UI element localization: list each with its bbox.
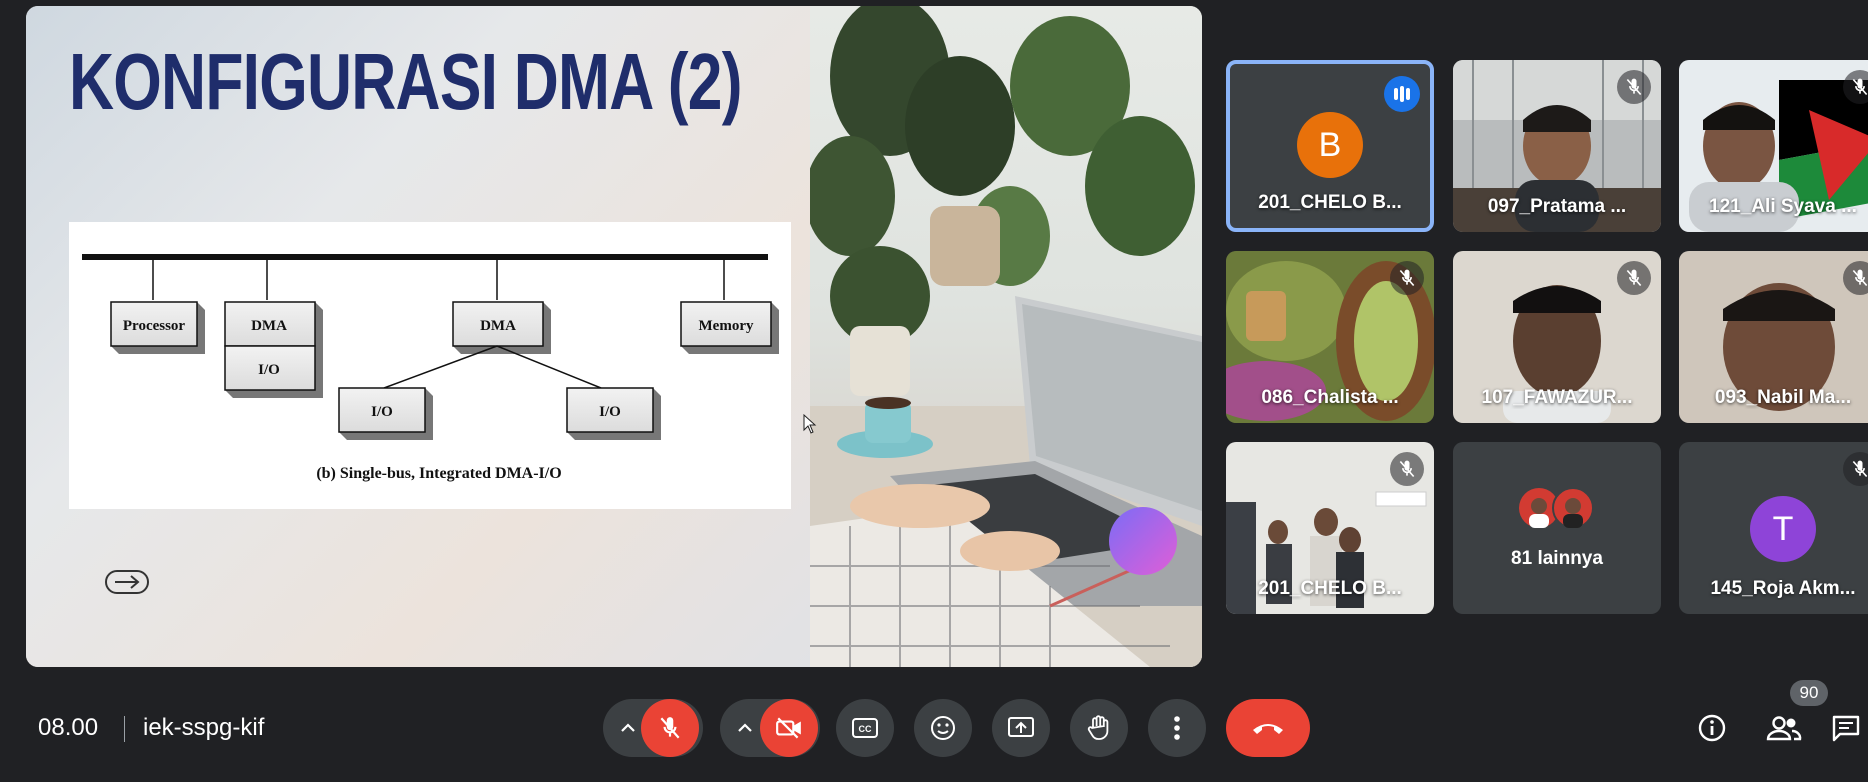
participant-tile[interactable]: 107_FAWAZUR... <box>1453 251 1661 423</box>
camera-off-icon <box>776 717 801 739</box>
processor-box: Processor <box>110 301 205 354</box>
io-label-left: I/O <box>371 404 393 420</box>
slide: KONFIGURASI DMA (2) Processor DMA I/O DM… <box>26 6 810 667</box>
participant-tile[interactable]: 086_Chalista ... <box>1226 251 1434 423</box>
presentation-stage[interactable]: KONFIGURASI DMA (2) Processor DMA I/O DM… <box>26 6 1202 667</box>
participant-tile[interactable]: 121_Ali Syava ... <box>1679 60 1868 232</box>
svg-text:CC: CC <box>859 724 872 734</box>
meet-window: KONFIGURASI DMA (2) Processor DMA I/O DM… <box>0 0 1868 782</box>
io-box-right: I/O <box>566 387 661 440</box>
chevron-up-icon[interactable] <box>617 717 639 739</box>
processor-label: Processor <box>123 318 186 334</box>
dma-label-1: DMA <box>251 318 287 334</box>
present-button[interactable] <box>992 699 1050 757</box>
mic-off-icon <box>660 717 680 739</box>
raise-hand-icon <box>1087 715 1109 740</box>
next-arrow-icon[interactable] <box>104 568 150 596</box>
mouse-cursor-icon <box>803 414 817 434</box>
participant-name: 145_Roja Akm... <box>1710 578 1856 599</box>
participant-name: 201_CHELO B... <box>1258 192 1402 213</box>
speaking-indicator-icon <box>1384 76 1420 112</box>
closed-captions-icon: CC <box>852 718 878 738</box>
leave-call-button[interactable] <box>1226 699 1310 757</box>
mic-off-icon <box>1390 261 1424 295</box>
dma-io-box: DMA I/O <box>224 301 323 398</box>
participant-tile[interactable]: 201_CHELO B... <box>1226 442 1434 614</box>
participant-name: 107_FAWAZUR... <box>1481 387 1633 408</box>
camera-toggle-button[interactable] <box>760 699 818 757</box>
participant-tile[interactable]: T 145_Roja Akm... <box>1679 442 1868 614</box>
participant-count-badge: 90 <box>1790 680 1828 706</box>
dma-diagram: Processor DMA I/O DMA Memory I/O I/O (b)… <box>69 222 791 509</box>
meeting-info-button[interactable] <box>1688 704 1736 752</box>
participant-tile[interactable]: B 201_CHELO B... <box>1226 60 1434 232</box>
others-avatars <box>1519 487 1594 529</box>
others-count: 81 lainnya <box>1511 548 1603 569</box>
participant-name: 121_Ali Syava ... <box>1709 196 1857 217</box>
divider <box>124 716 125 742</box>
present-screen-icon <box>1008 717 1034 737</box>
captions-button[interactable]: CC <box>836 699 894 757</box>
more-vert-icon <box>1174 716 1180 740</box>
participant-name: 086_Chalista ... <box>1261 387 1399 408</box>
others-tile[interactable]: 81 lainnya <box>1453 442 1661 614</box>
slide-title: KONFIGURASI DMA (2) <box>69 37 742 126</box>
meeting-time: 08.00 <box>38 714 99 741</box>
mic-off-icon <box>1390 452 1424 486</box>
participant-tile[interactable]: 093_Nabil Ma... <box>1679 251 1868 423</box>
dma-box-2: DMA <box>452 301 551 354</box>
io-box-left: I/O <box>338 387 433 440</box>
info-icon <box>1698 714 1726 742</box>
avatar: B <box>1297 112 1363 178</box>
chevron-up-icon[interactable] <box>734 717 756 739</box>
diagram-caption: (b) Single-bus, Integrated DMA-I/O <box>316 465 561 482</box>
participant-name: 097_Pratama ... <box>1487 196 1627 217</box>
chat-icon <box>1832 715 1860 742</box>
io-label-right: I/O <box>599 404 621 420</box>
dma-label-2: DMA <box>480 318 516 334</box>
participant-name: 093_Nabil Ma... <box>1714 387 1852 408</box>
mic-off-icon <box>1617 261 1651 295</box>
meeting-code: iek-sspg-kif <box>143 714 265 741</box>
desk-photo-image <box>810 6 1202 667</box>
emoji-icon <box>931 716 955 740</box>
reactions-button[interactable] <box>914 699 972 757</box>
participant-tile[interactable]: 097_Pratama ... <box>1453 60 1661 232</box>
mic-off-icon <box>1843 452 1868 486</box>
avatar: T <box>1750 496 1816 562</box>
mic-off-icon <box>1617 70 1651 104</box>
slide-photo <box>810 6 1202 667</box>
io-label-attached: I/O <box>258 362 280 378</box>
people-button[interactable] <box>1760 704 1808 752</box>
participant-name: 201_CHELO B... <box>1258 578 1402 599</box>
raise-hand-button[interactable] <box>1070 699 1128 757</box>
leave-call-icon <box>1253 724 1283 734</box>
more-options-button[interactable] <box>1148 699 1206 757</box>
mic-toggle-button[interactable] <box>641 699 699 757</box>
memory-label: Memory <box>699 318 754 334</box>
memory-box: Memory <box>680 301 779 354</box>
chat-button[interactable] <box>1826 704 1866 752</box>
people-icon <box>1766 716 1802 741</box>
